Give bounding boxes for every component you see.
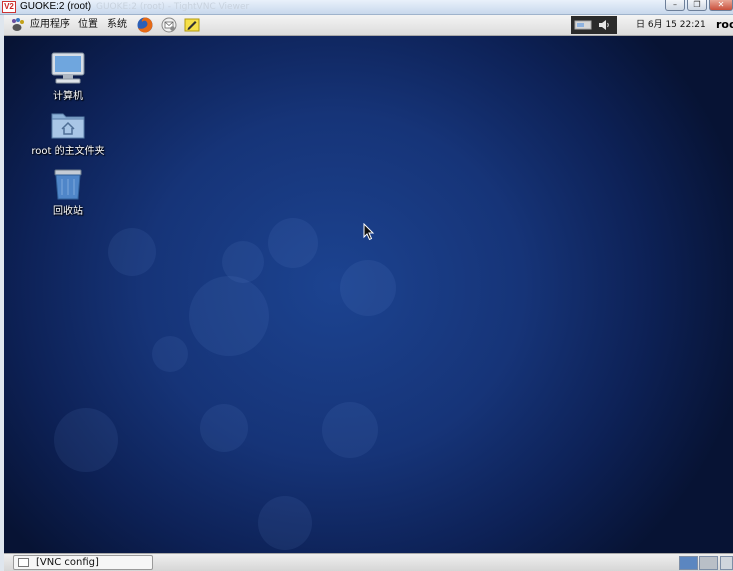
wallpaper-bokeh: [258, 496, 312, 550]
wallpaper-bokeh: [340, 260, 396, 316]
trash-icon: [54, 169, 82, 200]
wallpaper-bokeh: [268, 218, 318, 268]
panel-clock[interactable]: 日 6月 15 22:21: [636, 15, 706, 35]
workspace-2[interactable]: [699, 556, 718, 570]
window-controls: – ❐ ✕: [665, 0, 733, 12]
blurred-window-title: GUOKE:2 (root) - TightVNC Viewer: [96, 2, 250, 12]
desktop-icon-home-folder[interactable]: root 的主文件夹: [23, 109, 113, 157]
menu-system[interactable]: 系统: [107, 15, 127, 35]
desktop-icon-label: 回收站: [53, 206, 83, 217]
wallpaper-bokeh: [152, 336, 188, 372]
volume-icon[interactable]: [597, 19, 611, 31]
computer-icon: [51, 52, 85, 84]
wallpaper-bokeh: [54, 408, 118, 472]
wallpaper-bokeh: [200, 404, 248, 452]
top-panel: 应用程序 位置 系统 日 6月 15 22:21 root: [4, 15, 733, 36]
minimize-button[interactable]: –: [665, 0, 685, 11]
window-title: GUOKE:2 (root): [20, 1, 92, 12]
system-tray: [571, 16, 617, 34]
notes-icon[interactable]: [184, 17, 200, 33]
taskbar-item-label: [VNC config]: [36, 557, 99, 568]
desktop-icon-label: 计算机: [53, 91, 83, 102]
desktop[interactable]: 计算机 root 的主文件夹 回收站: [4, 36, 733, 553]
email-icon[interactable]: [161, 17, 177, 33]
restore-button[interactable]: ❐: [687, 0, 707, 11]
wallpaper-bokeh: [189, 276, 269, 356]
workspace-1[interactable]: [679, 556, 698, 570]
wallpaper-bokeh: [108, 228, 156, 276]
desktop-icon-trash[interactable]: 回收站: [23, 167, 113, 217]
wallpaper-bokeh: [322, 402, 378, 458]
window-icon: [18, 558, 29, 567]
window-titlebar[interactable]: V2 GUOKE:2 (root) GUOKE:2 (root) - Tight…: [0, 0, 733, 15]
bottom-panel: [VNC config]: [4, 553, 733, 571]
desktop-icon-computer[interactable]: 计算机: [23, 50, 113, 102]
close-button[interactable]: ✕: [709, 0, 733, 11]
user-menu[interactable]: root: [716, 15, 733, 35]
desktop-icon-label: root 的主文件夹: [31, 146, 105, 157]
wallpaper-bokeh: [222, 241, 264, 283]
mouse-cursor-icon: [363, 223, 375, 241]
home-folder-icon: [51, 113, 85, 139]
vnc-logo-icon: V2: [2, 1, 16, 13]
network-icon[interactable]: [574, 19, 592, 31]
workspace-switcher-edge: [720, 556, 733, 570]
firefox-icon[interactable]: [137, 17, 153, 33]
taskbar-item-vnc-config[interactable]: [VNC config]: [13, 555, 153, 570]
menu-applications[interactable]: 应用程序: [30, 15, 70, 35]
gnome-foot-icon[interactable]: [10, 18, 25, 32]
menu-places[interactable]: 位置: [78, 15, 98, 35]
